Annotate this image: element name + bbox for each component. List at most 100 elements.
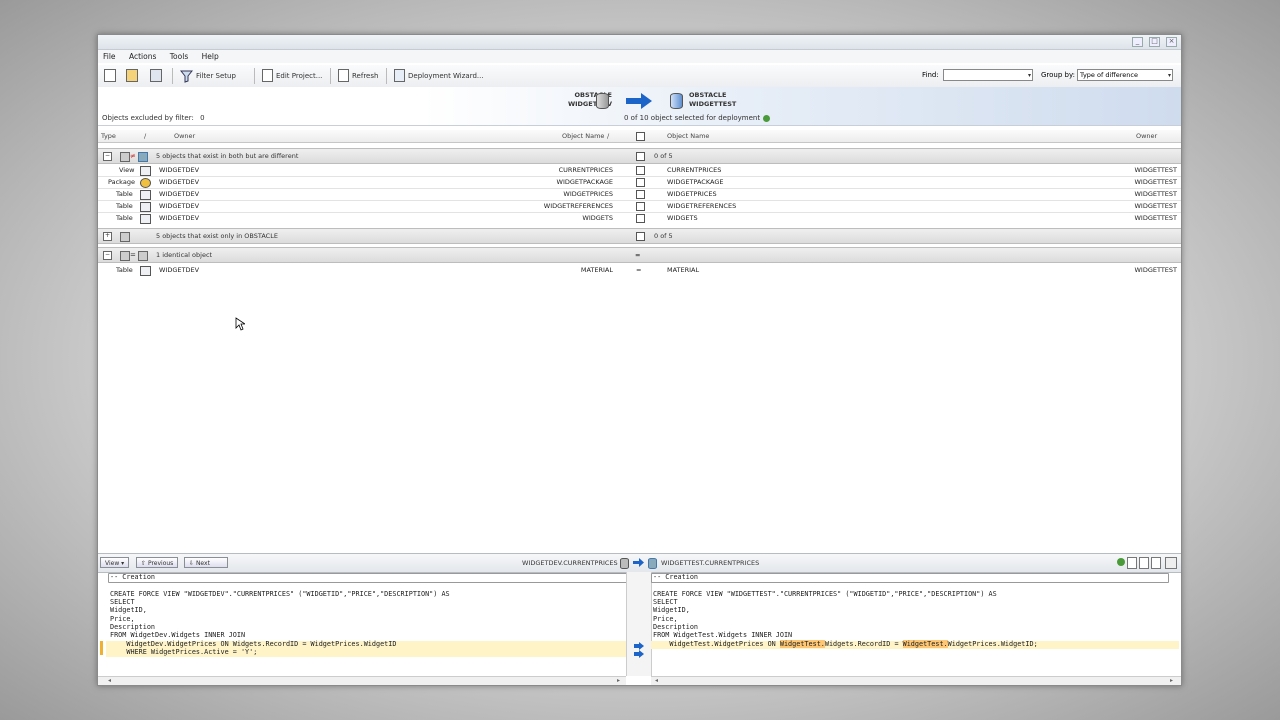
table-row[interactable]: Table WIDGETDEV MATERIAL = MATERIAL WIDG…	[98, 264, 1181, 276]
group-label: 5 objects that exist in both but are dif…	[156, 152, 299, 160]
column-header: Type / Owner Object Name / Object Name O…	[98, 130, 1181, 143]
find-input[interactable]: ▾	[943, 69, 1033, 81]
table-icon	[140, 190, 151, 200]
split-view-icon[interactable]	[1139, 557, 1149, 569]
table-row[interactable]: Table WIDGETDEV WIDGETPRICES WIDGETPRICE…	[98, 188, 1181, 200]
refresh-icon	[338, 69, 349, 82]
status-ok-icon	[1117, 558, 1125, 566]
col-sort-left[interactable]: /	[607, 130, 609, 142]
refresh-label: Refresh	[352, 71, 379, 80]
refresh-button[interactable]: Refresh	[338, 68, 378, 83]
expand-icon[interactable]: +	[103, 232, 112, 241]
db-icon	[120, 232, 130, 242]
right-object-name: WIDGETTEST.CURRENTPRICES	[661, 559, 760, 567]
filter-setup-label: Filter Setup	[196, 71, 236, 80]
row-checkbox[interactable]	[636, 214, 645, 223]
col-sort[interactable]: /	[144, 130, 146, 142]
right-horizontal-scrollbar[interactable]: ◂ ▸	[651, 676, 1181, 685]
filter-icon	[180, 70, 193, 83]
table-row[interactable]: Table WIDGETDEV WIDGETREFERENCES WIDGETR…	[98, 200, 1181, 212]
options-icon[interactable]	[1165, 557, 1177, 569]
next-button[interactable]: ⇩ Next	[184, 557, 228, 568]
equal-mark: =	[636, 266, 642, 274]
save-icon	[150, 69, 162, 82]
deployment-wizard-button[interactable]: Deployment Wizard...	[394, 68, 484, 83]
status-ok-icon	[763, 114, 771, 122]
group-different[interactable]: − ≠ 5 objects that exist in both but are…	[98, 148, 1181, 164]
target-schema: WIDGETTEST	[689, 100, 737, 108]
minimize-button[interactable]: _	[1132, 37, 1143, 47]
new-project-button[interactable]	[104, 68, 116, 83]
row-checkbox[interactable]	[636, 178, 645, 187]
group-count: 0 of 5	[654, 232, 673, 240]
arrow-right-icon[interactable]	[634, 642, 644, 650]
view-menu-button[interactable]: View ▾	[100, 557, 130, 568]
menu-file[interactable]: File	[103, 52, 116, 61]
edit-project-button[interactable]: Edit Project...	[262, 68, 322, 83]
title-bar: _ □ ×	[98, 35, 1181, 50]
left-sql-pane[interactable]: -- Creation CREATE FORCE VIEW "WIDGETDEV…	[98, 572, 630, 676]
excluded-info: Objects excluded by filter: 0	[102, 114, 205, 122]
diff-highlight: WidgetTest.	[779, 640, 825, 648]
row-checkbox[interactable]	[636, 190, 645, 199]
edit-project-label: Edit Project...	[276, 71, 323, 80]
toolbar: Filter Setup Edit Project... Refresh Dep…	[98, 65, 1181, 88]
wizard-icon	[394, 69, 405, 82]
collapse-icon[interactable]: −	[103, 251, 112, 260]
close-button[interactable]: ×	[1166, 37, 1177, 47]
db-icon	[120, 152, 130, 162]
row-checkbox[interactable]	[636, 202, 645, 211]
menu-actions[interactable]: Actions	[129, 52, 156, 61]
collapse-icon[interactable]: −	[103, 152, 112, 161]
save-project-button[interactable]	[150, 68, 162, 83]
document-icon[interactable]	[1151, 557, 1161, 569]
menu-tools[interactable]: Tools	[170, 52, 188, 61]
group-only-in-source[interactable]: + 5 objects that exist only in OBSTACLE …	[98, 228, 1181, 244]
copy-icon[interactable]	[1127, 557, 1137, 569]
table-icon	[140, 266, 151, 276]
arrow-right-icon[interactable]	[634, 650, 644, 658]
previous-button[interactable]: ⇧ Previous	[136, 557, 179, 568]
group-checkbox[interactable]	[636, 152, 645, 161]
col-owner-right[interactable]: Owner	[1136, 130, 1157, 142]
excluded-count: 0	[200, 114, 205, 122]
group-label: 1 identical object	[156, 251, 213, 259]
col-owner[interactable]: Owner	[174, 130, 195, 142]
menu-bar: File Actions Tools Help	[98, 50, 1181, 63]
deployment-wizard-label: Deployment Wizard...	[408, 71, 484, 80]
group-by-select[interactable]: Type of difference ▾	[1077, 69, 1173, 81]
col-type[interactable]: Type	[101, 130, 116, 142]
select-all-checkbox[interactable]	[636, 132, 645, 141]
open-project-button[interactable]	[126, 68, 138, 83]
table-row[interactable]: View WIDGETDEV CURRENTPRICES CURRENTPRIC…	[98, 164, 1181, 176]
edit-icon	[262, 69, 273, 82]
folder-icon	[126, 69, 138, 82]
row-checkbox[interactable]	[636, 166, 645, 175]
group-by-value: Type of difference	[1080, 71, 1138, 79]
col-object-name-right[interactable]: Object Name	[667, 130, 709, 142]
group-label: 5 objects that exist only in OBSTACLE	[156, 232, 278, 240]
change-marker	[100, 641, 103, 655]
table-row[interactable]: Table WIDGETDEV WIDGETS WIDGETS WIDGETTE…	[98, 212, 1181, 224]
comparison-header: Objects excluded by filter: 0 OBSTACLE W…	[98, 87, 1181, 126]
group-identical[interactable]: − = 1 identical object =	[98, 247, 1181, 263]
diff-highlight: WidgetTest.	[902, 640, 948, 648]
group-checkbox[interactable]	[636, 232, 645, 241]
sql-compare-toolbar: View ▾ ⇧ Previous ⇩ Next WIDGETDEV.CURRE…	[98, 553, 1181, 573]
new-file-icon	[104, 69, 116, 82]
db-icon	[138, 152, 148, 162]
target-server: OBSTACLE	[689, 91, 727, 99]
target-database-icon	[670, 93, 683, 109]
menu-help[interactable]: Help	[202, 52, 219, 61]
table-row[interactable]: Package WIDGETDEV WIDGETPACKAGE WIDGETPA…	[98, 176, 1181, 188]
group-by-label: Group by:	[1041, 71, 1075, 79]
diff-gutter	[626, 572, 652, 676]
window-controls: _ □ ×	[1132, 37, 1177, 47]
maximize-button[interactable]: □	[1149, 37, 1160, 47]
left-horizontal-scrollbar[interactable]: ◂ ▸	[98, 676, 626, 685]
db-icon	[120, 251, 130, 261]
col-object-name-left[interactable]: Object Name	[562, 130, 604, 142]
right-sql-pane[interactable]: -- Creation CREATE FORCE VIEW "WIDGETTES…	[651, 572, 1181, 676]
chevron-down-icon: ▾	[1027, 72, 1031, 79]
filter-setup-button[interactable]: Filter Setup	[180, 68, 236, 83]
